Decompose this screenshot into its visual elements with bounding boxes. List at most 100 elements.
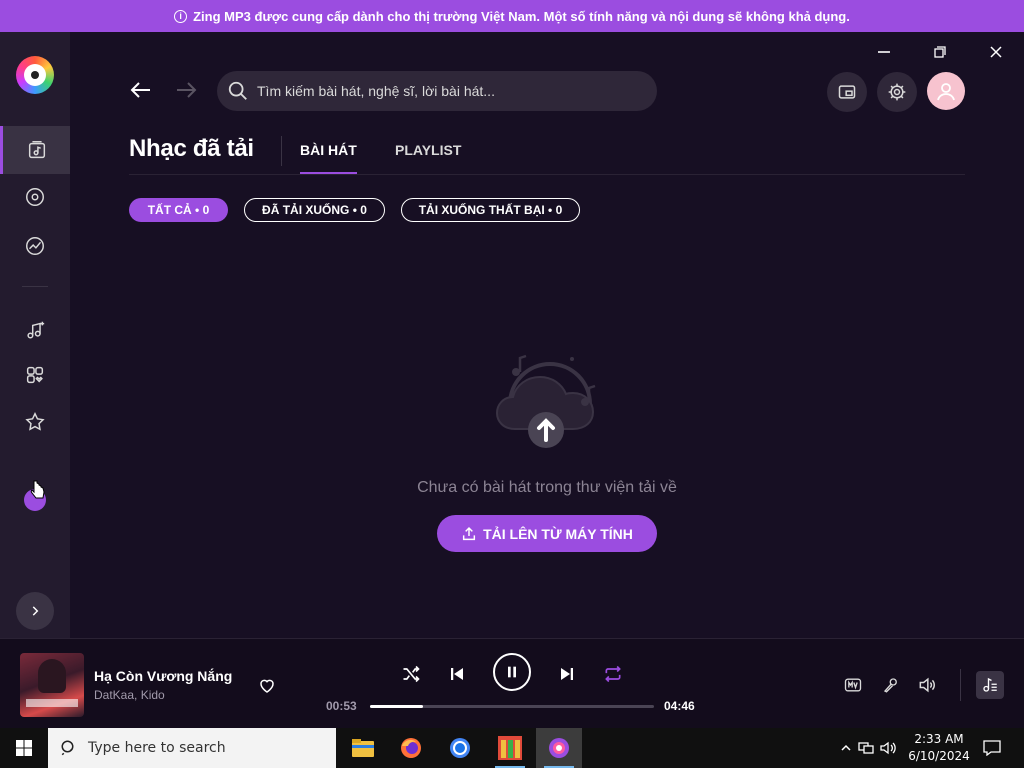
tab-playlist[interactable]: PLAYLIST — [395, 142, 461, 174]
pause-button[interactable] — [493, 653, 531, 691]
search-placeholder: Tìm kiếm bài hát, nghệ sĩ, lời bài hát..… — [257, 83, 495, 99]
search-bar[interactable]: Tìm kiếm bài hát, nghệ sĩ, lời bài hát..… — [217, 71, 657, 111]
arrow-right-icon — [177, 82, 197, 98]
upload-from-computer-button[interactable]: TẢI LÊN TỪ MÁY TÍNH — [437, 515, 657, 552]
main-content: Tìm kiếm bài hát, nghệ sĩ, lời bài hát..… — [70, 32, 1024, 638]
sidebar-item-new-music[interactable] — [0, 306, 70, 354]
player-bar: Hạ Còn Vương Nắng DatKaa, Kido 00:53 04:… — [0, 638, 1024, 728]
chevron-right-icon — [32, 606, 39, 616]
network-icon[interactable] — [854, 741, 878, 755]
progress-fill — [370, 705, 423, 708]
settings-button[interactable] — [877, 72, 917, 112]
skip-previous-icon — [451, 668, 463, 680]
sidebar-item-categories[interactable] — [0, 351, 70, 399]
system-tray — [838, 728, 898, 768]
restore-icon — [934, 46, 946, 58]
repeat-icon — [605, 665, 621, 683]
store-app[interactable] — [487, 728, 533, 768]
star-icon — [25, 412, 45, 431]
volume-button[interactable] — [915, 673, 939, 697]
playlist-queue-button[interactable] — [976, 671, 1004, 699]
sidebar-item-zingchart[interactable] — [0, 222, 70, 270]
clock-date: 6/10/2024 — [908, 749, 970, 763]
sidebar-item-top100[interactable] — [0, 398, 70, 446]
user-icon — [937, 83, 955, 101]
lyrics-button[interactable] — [879, 673, 903, 697]
notification-icon — [983, 740, 1001, 756]
microphone-icon — [883, 678, 897, 693]
user-avatar-button[interactable] — [927, 72, 965, 110]
sidebar-expand-button[interactable] — [16, 592, 54, 630]
empty-state-message: Chưa có bài hát trong thư viện tải về — [417, 479, 677, 496]
firefox-app[interactable] — [388, 728, 434, 768]
tabs-underline — [129, 174, 965, 175]
maximize-button[interactable] — [926, 42, 954, 62]
search-icon — [61, 740, 74, 756]
upload-icon — [463, 526, 476, 540]
disc-icon — [26, 188, 44, 206]
info-icon: i — [174, 9, 188, 23]
sidebar — [0, 32, 70, 638]
chevron-up-icon[interactable] — [838, 742, 854, 754]
queue-music-icon — [983, 677, 997, 692]
forward-button[interactable] — [173, 79, 199, 101]
minimize-button[interactable] — [870, 42, 898, 62]
empty-cloud-illustration — [495, 354, 596, 448]
pause-icon — [508, 666, 516, 678]
taskbar-search-placeholder: Type here to search — [88, 740, 226, 756]
tab-songs[interactable]: BÀI HÁT — [300, 142, 357, 174]
song-title[interactable]: Hạ Còn Vương Nắng — [94, 668, 232, 684]
like-button[interactable] — [256, 675, 278, 697]
filter-download-failed[interactable]: TẢI XUỐNG THẤT BẠI • 0 — [401, 198, 580, 222]
upload-button-label: TẢI LÊN TỪ MÁY TÍNH — [483, 525, 633, 542]
chrome-app[interactable] — [437, 728, 483, 768]
search-icon — [228, 81, 247, 100]
song-artists[interactable]: DatKaa, Kido — [94, 688, 165, 702]
volume-icon — [919, 677, 935, 693]
sidebar-divider — [22, 286, 48, 287]
folder-icon — [352, 739, 374, 757]
title-separator — [281, 136, 282, 166]
close-icon — [990, 46, 1002, 58]
gear-icon — [888, 83, 906, 101]
mini-player-button[interactable] — [827, 72, 867, 112]
taskbar-search[interactable]: Type here to search — [48, 728, 336, 768]
action-center-button[interactable] — [980, 728, 1004, 768]
heart-icon — [260, 679, 274, 693]
progress-bar[interactable] — [370, 705, 654, 708]
shuffle-button[interactable] — [400, 663, 422, 685]
album-cover[interactable] — [20, 653, 84, 717]
skip-next-icon — [561, 668, 573, 680]
previous-button[interactable] — [446, 663, 468, 685]
windows-logo-icon — [16, 740, 32, 756]
mouse-cursor-icon — [30, 480, 45, 499]
chrome-icon — [450, 738, 470, 758]
next-button[interactable] — [556, 663, 578, 685]
system-clock[interactable]: 2:33 AM 6/10/2024 — [908, 731, 970, 765]
firefox-icon — [401, 738, 421, 758]
categories-icon — [26, 366, 44, 384]
file-explorer-app[interactable] — [340, 728, 386, 768]
sidebar-item-library[interactable] — [0, 126, 70, 174]
zing-logo[interactable] — [16, 56, 54, 94]
start-button[interactable] — [0, 728, 48, 768]
sidebar-item-discover[interactable] — [0, 173, 70, 221]
zing-mp3-icon — [549, 738, 569, 758]
back-button[interactable] — [128, 79, 154, 101]
zing-mp3-app[interactable] — [536, 728, 582, 768]
speaker-icon[interactable] — [878, 741, 898, 755]
repeat-button[interactable] — [602, 663, 624, 685]
filter-all[interactable]: TẤT CẢ • 0 — [129, 198, 228, 222]
clock-time: 2:33 AM — [914, 732, 964, 746]
banner-text: Zing MP3 được cung cấp dành cho thị trườ… — [193, 8, 850, 24]
music-sparkle-icon — [27, 321, 45, 339]
mv-button[interactable] — [841, 673, 865, 697]
region-notice-banner: i Zing MP3 được cung cấp dành cho thị tr… — [0, 0, 1024, 32]
close-window-button[interactable] — [982, 42, 1010, 62]
filter-downloaded[interactable]: ĐÃ TẢI XUỐNG • 0 — [244, 198, 385, 222]
elapsed-time: 00:53 — [326, 699, 357, 713]
windows-taskbar: Type here to search 2:33 AM 6/10/2024 — [0, 728, 1024, 768]
picture-in-picture-icon — [838, 85, 856, 99]
minimize-icon — [878, 51, 890, 53]
mv-icon — [844, 678, 862, 692]
